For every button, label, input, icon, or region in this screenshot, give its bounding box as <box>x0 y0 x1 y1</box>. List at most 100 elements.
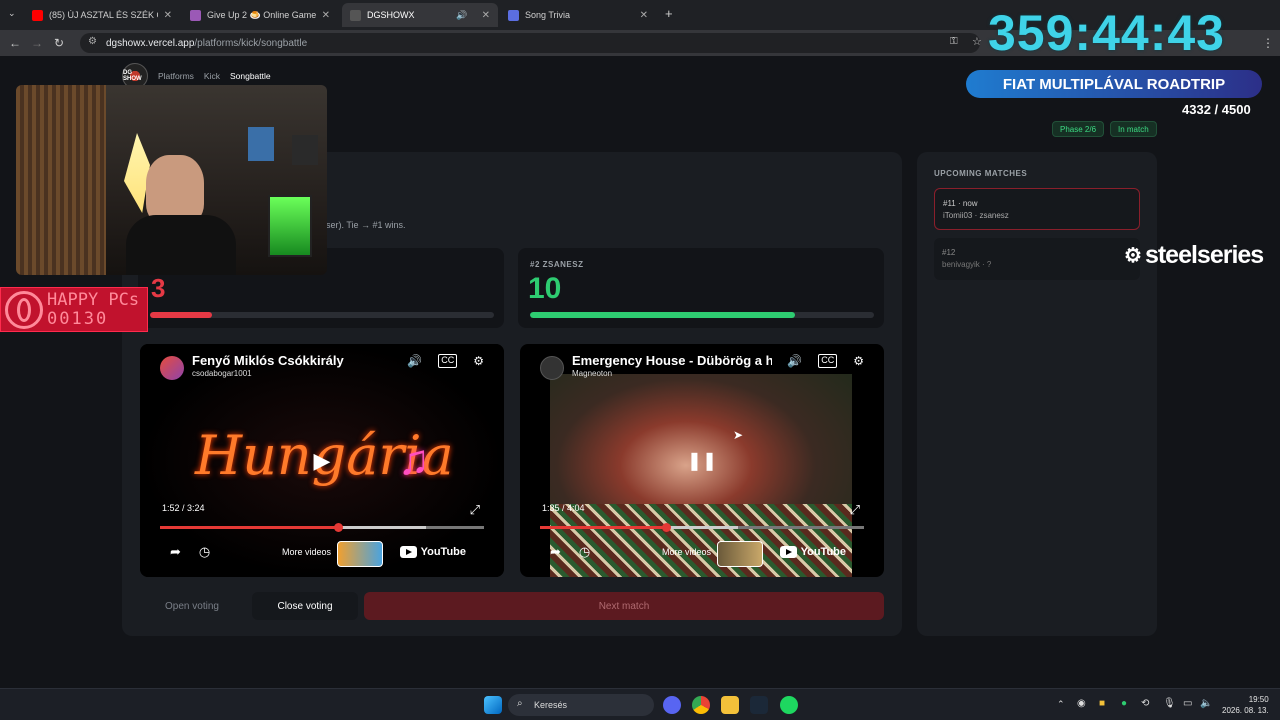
open-voting-button[interactable]: Open voting <box>138 592 246 620</box>
happy-pcs-counter: 00130 <box>47 308 109 329</box>
watch-later-clock-icon[interactable]: ◷ <box>579 544 590 560</box>
happy-pcs-badge: HAPPY PCs 00130 <box>0 287 148 332</box>
watch-later-clock-icon[interactable]: ◷ <box>199 544 210 560</box>
nav-kick-link[interactable]: Kick <box>204 71 220 81</box>
back-arrow-icon[interactable]: ← <box>4 36 26 50</box>
password-key-icon[interactable]: ⚿ <box>950 36 958 47</box>
more-videos-thumbnail[interactable] <box>337 541 383 567</box>
share-icon[interactable]: ➦ <box>170 544 181 560</box>
video-progress-bar[interactable] <box>160 523 484 532</box>
match-players: iTomii03 · zsanesz <box>943 211 1009 220</box>
score-bar <box>530 312 874 318</box>
video-player-left[interactable]: Hungária ♫ Fenyő Miklós Csókkirály csoda… <box>140 344 504 577</box>
fullscreen-icon[interactable]: ⤢ <box>470 502 480 518</box>
url-path: /platforms/kick/songbattle <box>194 37 308 49</box>
streamer-body <box>126 215 236 275</box>
fullscreen-icon[interactable]: ⤢ <box>850 502 860 518</box>
chrome-icon[interactable] <box>692 696 710 714</box>
tab-label: Give Up 2 🍮 Online Game | Gr <box>207 9 316 20</box>
guitar-neon-icon: ♫ <box>398 436 430 483</box>
subathon-timer: 359:44:43 <box>988 5 1225 61</box>
tray-steam-icon[interactable]: ◉ <box>1077 698 1086 709</box>
tray-folder-icon[interactable]: ■ <box>1099 698 1105 709</box>
nav-platforms-link[interactable]: Platforms <box>158 71 194 81</box>
tray-sync-icon[interactable]: ⟲ <box>1141 698 1149 709</box>
tab-song-trivia[interactable]: Song Trivia ✕ <box>500 3 656 27</box>
score-card-right: #2 ZSANESZ 10 <box>518 248 884 328</box>
score-bar-fill <box>530 312 795 318</box>
url-field[interactable]: ⚙ dgshowx.vercel.app/platforms/kick/song… <box>80 33 982 53</box>
played-bar <box>160 526 339 529</box>
score-value-right: 10 <box>528 272 562 305</box>
youtube-favicon-icon <box>32 9 43 21</box>
pause-icon[interactable]: ❚❚ <box>687 451 717 472</box>
share-icon[interactable]: ➦ <box>550 544 561 560</box>
play-icon[interactable]: ▶ <box>314 448 331 474</box>
site-info-icon[interactable]: ⚙ <box>88 36 97 47</box>
video-title[interactable]: Emergency House - Dübörög a h <box>572 353 772 368</box>
score-label: #2 ZSANESZ <box>530 260 584 269</box>
tab-youtube[interactable]: (85) ÚJ ASZTAL ÉS SZÉK ÖSSZE ✕ <box>24 3 180 27</box>
microphone-icon[interactable]: 🎙 <box>1163 698 1176 709</box>
upcoming-match-next[interactable]: #12 benivagyik · ? <box>934 238 1140 280</box>
channel-avatar[interactable] <box>160 356 184 380</box>
forward-arrow-icon[interactable]: → <box>26 36 48 50</box>
bookmark-star-icon[interactable]: ☆ <box>972 35 982 48</box>
taskbar-clock[interactable]: 19:50 2026. 08. 13. <box>1222 694 1269 716</box>
url-host: dgshowx.vercel.app <box>106 37 195 49</box>
settings-gear-icon[interactable]: ⚙ <box>853 354 864 368</box>
wood-panel-wall <box>16 85 106 275</box>
windows-start-icon[interactable] <box>484 696 502 714</box>
close-tab-icon[interactable]: ✕ <box>482 10 490 21</box>
close-tab-icon[interactable]: ✕ <box>640 10 648 21</box>
discord-icon[interactable] <box>663 696 681 714</box>
network-icon[interactable]: ▭ <box>1183 698 1192 709</box>
spotify-icon[interactable] <box>780 696 798 714</box>
close-voting-button[interactable]: Close voting <box>252 592 358 620</box>
more-videos-label[interactable]: More videos <box>662 547 711 557</box>
video-progress-bar[interactable] <box>540 523 864 532</box>
channel-avatar[interactable] <box>540 356 564 380</box>
taskbar-search[interactable]: ⌕ Keresés <box>508 694 654 716</box>
captions-icon[interactable]: CC <box>818 354 838 368</box>
nav-songbattle-link[interactable]: Songbattle <box>230 71 271 81</box>
dgshowx-favicon-icon <box>350 9 361 21</box>
volume-icon[interactable]: 🔊 <box>787 354 802 368</box>
tray-status-icon[interactable]: ● <box>1121 698 1127 709</box>
browser-menu-icon[interactable]: ⋮ <box>1262 36 1274 50</box>
close-tab-icon[interactable]: ✕ <box>322 10 330 21</box>
captions-icon[interactable]: CC <box>438 354 458 368</box>
video-channel[interactable]: csodabogar1001 <box>192 369 252 378</box>
score-bar-fill <box>150 312 212 318</box>
reload-icon[interactable]: ↻ <box>48 36 70 50</box>
happy-pcs-name: HAPPY PCs <box>47 289 140 310</box>
more-videos-thumbnail[interactable] <box>717 541 763 567</box>
youtube-logo[interactable]: YouTube <box>399 546 466 558</box>
steam-icon[interactable] <box>750 696 768 714</box>
upcoming-match-current[interactable]: #11 · now iTomii03 · zsanesz <box>934 188 1140 230</box>
settings-gear-icon[interactable]: ⚙ <box>473 354 484 368</box>
tab-audio-icon[interactable]: 🔊 <box>456 10 467 21</box>
search-icon: ⌕ <box>517 698 523 709</box>
volume-icon[interactable]: 🔊 <box>407 354 422 368</box>
video-title[interactable]: Fenyő Miklós Csókkirály <box>192 353 344 368</box>
video-player-right[interactable]: Emergency House - Dübörög a h Magneoton … <box>520 344 884 577</box>
webcam-feed <box>16 85 327 275</box>
tab-give-up[interactable]: Give Up 2 🍮 Online Game | Gr ✕ <box>182 3 338 27</box>
tab-dgshowx[interactable]: DGSHOWX 🔊 ✕ <box>342 3 498 27</box>
upcoming-header: UPCOMING MATCHES <box>934 169 1028 178</box>
video-channel[interactable]: Magneoton <box>572 369 612 378</box>
tab-list-chevron-icon[interactable]: ⌄ <box>8 8 16 19</box>
speaker-icon[interactable]: 🔈 <box>1200 698 1212 709</box>
score-bar <box>150 312 494 318</box>
next-match-button[interactable]: Next match <box>364 592 884 620</box>
file-explorer-icon[interactable] <box>721 696 739 714</box>
youtube-logo[interactable]: YouTube <box>779 546 846 558</box>
taskbar-search-label: Keresés <box>534 700 568 710</box>
tray-chevron-icon[interactable]: ⌃ <box>1057 699 1065 710</box>
more-videos-label[interactable]: More videos <box>282 547 331 557</box>
close-tab-icon[interactable]: ✕ <box>164 10 172 21</box>
youtube-wordmark: YouTube <box>800 546 846 558</box>
new-tab-icon[interactable]: + <box>665 6 673 21</box>
mouse-cursor-icon: ➤ <box>733 428 744 442</box>
